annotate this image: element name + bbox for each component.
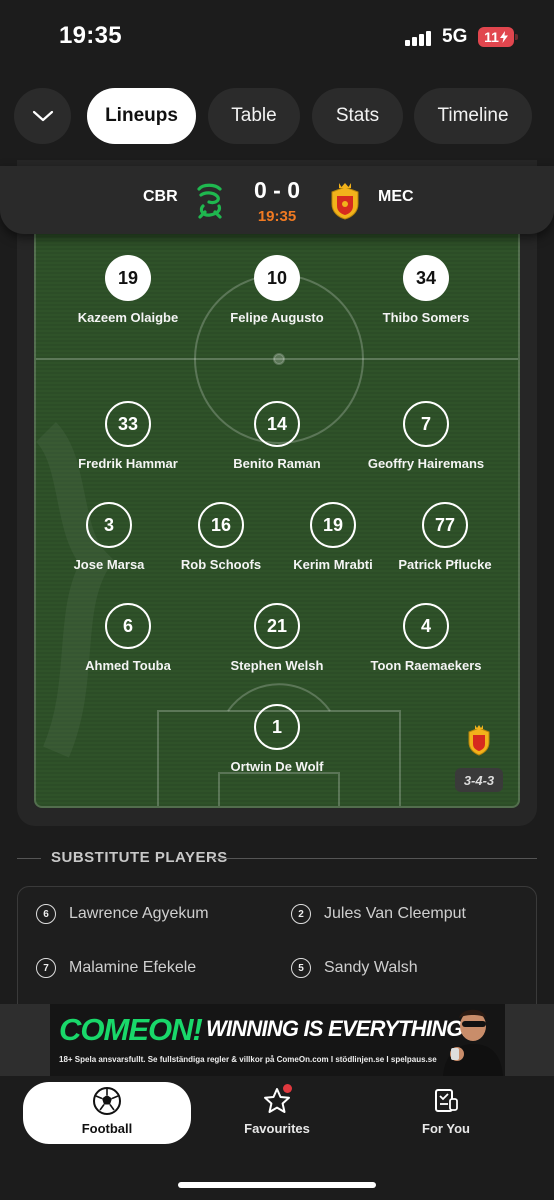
substitutes-title: SUBSTITUTE PLAYERS: [51, 849, 228, 866]
score-bar: CBR 0 - 0 19:35 MEC: [0, 166, 554, 234]
status-time: 19:35: [59, 22, 122, 49]
substitutes-list: 6 Lawrence Agyekum 2 Jules Van Cleemput …: [17, 886, 537, 1016]
tab-lineups[interactable]: Lineups: [87, 88, 196, 144]
substitute-item[interactable]: 2 Jules Van Cleemput: [291, 902, 466, 926]
player-opponent-10[interactable]: 10 Felipe Augusto: [212, 255, 342, 325]
tab-timeline[interactable]: Timeline: [414, 88, 532, 144]
player-name: Thibo Somers: [382, 310, 470, 325]
player-midfielder-77[interactable]: 77 Patrick Pflucke: [380, 502, 510, 572]
player-defender-4[interactable]: 4 Toon Raemaekers: [361, 603, 491, 673]
ad-tagline: WINNING IS EVERYTHING.: [206, 1016, 469, 1041]
home-team-code[interactable]: CBR: [143, 188, 178, 206]
player-name: Felipe Augusto: [230, 310, 324, 325]
nav-for-you[interactable]: For You: [362, 1082, 530, 1144]
formation-badge: 3-4-3: [455, 768, 503, 792]
player-name: Toon Raemaekers: [370, 658, 482, 673]
football-icon: [93, 1087, 121, 1115]
player-name: Patrick Pflucke: [398, 557, 492, 572]
substitute-number: 5: [291, 958, 311, 978]
ad-banner[interactable]: COMEON! WINNING IS EVERYTHING. 18+ Spela…: [50, 1004, 505, 1076]
substitute-item[interactable]: 7 Malamine Efekele: [36, 956, 196, 980]
player-forward-7[interactable]: 7 Geoffry Hairemans: [361, 401, 491, 471]
team-crest-icon: [468, 725, 490, 756]
shirt-number: 7: [403, 401, 449, 447]
nav-label: Football: [81, 1121, 133, 1136]
player-forward-14[interactable]: 14 Benito Raman: [212, 401, 342, 471]
for-you-icon: [435, 1089, 458, 1112]
shirt-number: 10: [254, 255, 300, 301]
collapse-button[interactable]: [14, 88, 71, 144]
player-forward-33[interactable]: 33 Fredrik Hammar: [63, 401, 193, 471]
substitute-number: 2: [291, 904, 311, 924]
home-indicator[interactable]: [178, 1182, 376, 1188]
nav-favourites[interactable]: Favourites: [193, 1082, 361, 1144]
player-goalkeeper-1[interactable]: 1 Ortwin De Wolf: [212, 704, 342, 774]
player-opponent-34[interactable]: 34 Thibo Somers: [361, 255, 491, 325]
signal-icon: [405, 30, 433, 46]
player-name: Stephen Welsh: [230, 658, 324, 673]
battery-icon: 11: [478, 27, 518, 47]
shirt-number: 3: [86, 502, 132, 548]
tab-stats[interactable]: Stats: [312, 88, 403, 144]
player-defender-6[interactable]: 6 Ahmed Touba: [63, 603, 193, 673]
ad-brand: COMEON!: [59, 1012, 203, 1047]
ad-disclaimer: 18+ Spela ansvarsfullt. Se fullständiga …: [59, 1055, 437, 1064]
shirt-number: 77: [422, 502, 468, 548]
player-name: Benito Raman: [233, 456, 321, 471]
player-name: Kazeem Olaigbe: [77, 310, 179, 325]
away-team-crest-icon[interactable]: [328, 182, 362, 220]
player-midfielder-3[interactable]: 3 Jose Marsa: [44, 502, 174, 572]
shirt-number: 21: [254, 603, 300, 649]
tab-table[interactable]: Table: [208, 88, 300, 144]
substitute-name: Jules Van Cleemput: [324, 905, 466, 922]
player-name: Rob Schoofs: [180, 557, 262, 572]
player-name: Jose Marsa: [73, 557, 145, 572]
ad-container: COMEON! WINNING IS EVERYTHING. 18+ Spela…: [0, 1004, 554, 1076]
shirt-number: 6: [105, 603, 151, 649]
match-time: 19:35: [257, 208, 297, 225]
player-name: Ortwin De Wolf: [230, 759, 324, 774]
shirt-number: 1: [254, 704, 300, 750]
shirt-number: 33: [105, 401, 151, 447]
player-defender-21[interactable]: 21 Stephen Welsh: [212, 603, 342, 673]
player-name: Fredrik Hammar: [78, 456, 178, 471]
charging-icon: [499, 31, 508, 43]
notification-dot: [283, 1084, 292, 1093]
substitute-item[interactable]: 6 Lawrence Agyekum: [36, 902, 209, 926]
away-team-code[interactable]: MEC: [378, 188, 414, 206]
ad-person-image: [443, 1009, 503, 1076]
player-name: Geoffry Hairemans: [367, 456, 485, 471]
status-bar: 19:35 5G 11: [0, 0, 554, 72]
player-name: Kerim Mrabti: [293, 557, 373, 572]
player-midfielder-16[interactable]: 16 Rob Schoofs: [156, 502, 286, 572]
match-score: 0 - 0: [253, 177, 301, 203]
nav-football[interactable]: Football: [23, 1082, 191, 1144]
nav-label: For You: [422, 1121, 470, 1136]
substitute-item[interactable]: 5 Sandy Walsh: [291, 956, 418, 980]
substitute-name: Malamine Efekele: [69, 959, 197, 976]
network-label: 5G: [442, 26, 468, 47]
shirt-number: 19: [310, 502, 356, 548]
player-midfielder-19[interactable]: 19 Kerim Mrabti: [268, 502, 398, 572]
shirt-number: 34: [403, 255, 449, 301]
nav-label: Favourites: [244, 1121, 310, 1136]
substitutes-heading: SUBSTITUTE PLAYERS: [17, 848, 537, 870]
shirt-number: 16: [198, 502, 244, 548]
shirt-number: 14: [254, 401, 300, 447]
shirt-number: 19: [105, 255, 151, 301]
substitute-name: Lawrence Agyekum: [69, 905, 209, 922]
battery-level: 11: [484, 29, 499, 45]
player-name: Ahmed Touba: [85, 658, 171, 673]
home-team-crest-icon[interactable]: [193, 182, 227, 220]
substitute-number: 6: [36, 904, 56, 924]
player-opponent-19[interactable]: 19 Kazeem Olaigbe: [63, 255, 193, 325]
substitute-number: 7: [36, 958, 56, 978]
shirt-number: 4: [403, 603, 449, 649]
chevron-down-icon: [32, 110, 53, 122]
substitute-name: Sandy Walsh: [324, 959, 418, 976]
